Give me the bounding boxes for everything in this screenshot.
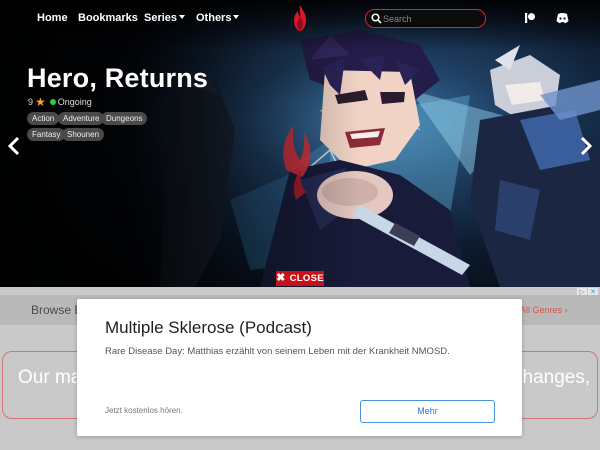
close-icon: ✖ <box>276 272 286 284</box>
top-nav: Home Bookmarks Series Others <box>0 0 600 38</box>
discord-icon[interactable] <box>556 12 569 24</box>
chevron-left-icon[interactable] <box>7 136 21 156</box>
genre-tag[interactable]: Shounen <box>62 128 105 141</box>
caret-down-icon <box>233 15 240 19</box>
status-text: Ongoing <box>57 97 92 107</box>
patreon-icon[interactable] <box>524 12 536 24</box>
status-dot-icon <box>49 99 56 105</box>
chevron-right-icon[interactable] <box>579 136 593 156</box>
nav-bookmarks[interactable]: Bookmarks <box>78 12 138 24</box>
search-input[interactable] <box>383 11 481 26</box>
nav-others-label: Others <box>196 12 232 24</box>
page: Hero, Returns 9 ★ Ongoing Action Adventure… <box>0 0 600 450</box>
caret-down-icon <box>179 15 186 19</box>
close-ad-button[interactable]: ✖ CLOSE <box>276 271 324 286</box>
all-genres-label: All Genres <box>520 305 563 315</box>
nav-home[interactable]: Home <box>37 12 68 24</box>
close-label: CLOSE <box>289 273 324 284</box>
chevron-right-icon: › <box>564 305 568 315</box>
genre-tag[interactable]: Dungeons <box>101 112 148 125</box>
series-title[interactable]: Hero, Returns <box>27 63 208 94</box>
genre-tag[interactable]: Action <box>27 112 60 125</box>
series-meta: 9 ★ Ongoing <box>28 95 92 109</box>
notice-text-left: Our mai <box>18 367 86 388</box>
genre-tag[interactable]: Adventure <box>58 112 105 125</box>
search-box[interactable] <box>365 9 486 28</box>
ad-cta-text: Jetzt kostenlos hören. <box>105 406 183 415</box>
nav-series-label: Series <box>144 12 178 24</box>
genre-tag[interactable]: Fantasy <box>27 128 66 141</box>
all-genres-link[interactable]: All Genres › <box>520 305 568 315</box>
ad-title[interactable]: Multiple Sklerose (Podcast) <box>105 318 312 338</box>
rating-value: 9 <box>28 97 34 107</box>
nav-others[interactable]: Others <box>196 12 240 24</box>
notice-text-right: changes, <box>513 367 591 388</box>
ad-description: Rare Disease Day: Matthias erzählt von s… <box>105 346 450 357</box>
hero-banner[interactable]: Hero, Returns 9 ★ Ongoing Action Adventure… <box>0 0 600 287</box>
nav-series[interactable]: Series <box>144 12 186 24</box>
browse-label: Browse B <box>31 303 83 317</box>
ad-more-button[interactable]: Mehr <box>360 400 495 423</box>
ad-card[interactable]: Multiple Sklerose (Podcast) Rare Disease… <box>77 299 522 436</box>
star-icon: ★ <box>35 95 46 109</box>
flame-logo-icon[interactable] <box>293 4 307 32</box>
search-icon <box>371 13 382 24</box>
